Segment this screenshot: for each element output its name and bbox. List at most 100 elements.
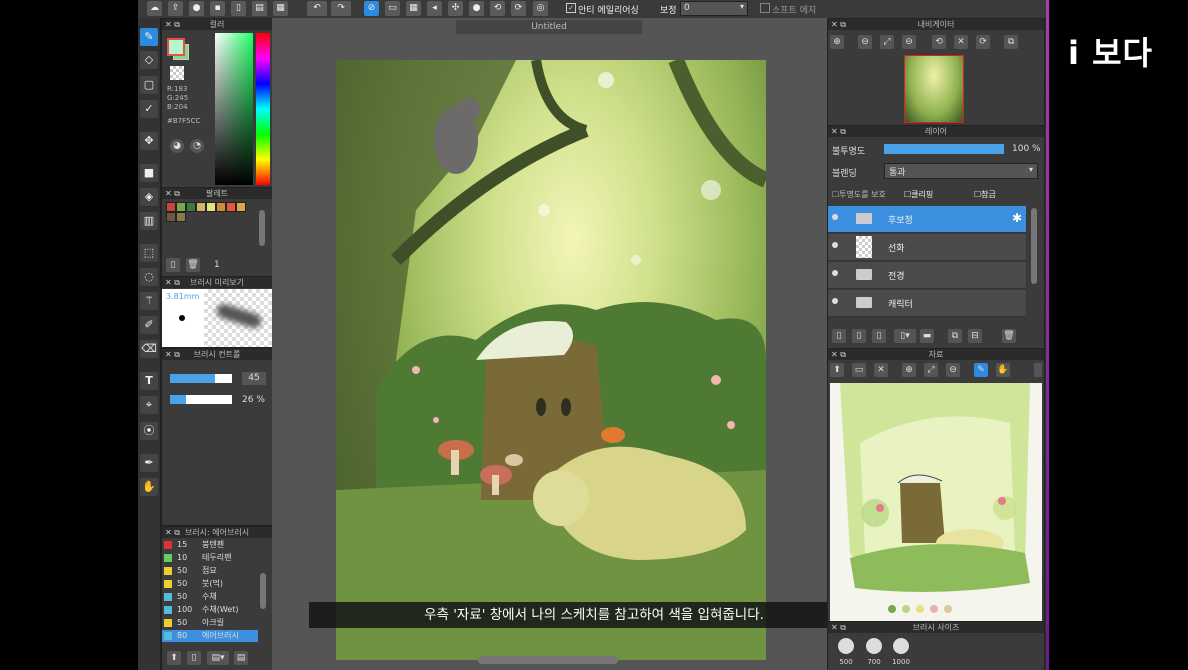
layer-opacity-slider[interactable]: [884, 144, 1004, 154]
size-preset-1000[interactable]: 1000: [888, 636, 914, 670]
ref-fit-icon[interactable]: ⤢: [924, 363, 938, 377]
palette-swatch[interactable]: [206, 202, 216, 212]
text-tool-icon[interactable]: T: [140, 372, 158, 390]
soft-edge-checkbox[interactable]: [760, 3, 770, 13]
size-preset-500[interactable]: 500: [834, 636, 858, 670]
ref-zoom-out-icon[interactable]: ⊖: [946, 363, 960, 377]
bucket-icon[interactable]: ◈: [140, 188, 158, 206]
marquee-icon[interactable]: ⬚: [140, 244, 158, 262]
palette-swatch[interactable]: [176, 202, 186, 212]
new-layer3-icon[interactable]: ▯: [872, 329, 886, 343]
new-folder-icon[interactable]: ▬: [920, 329, 934, 343]
brush-list-item[interactable]: 10 테두리펜: [162, 552, 258, 564]
rect-select-icon[interactable]: ▢: [140, 76, 158, 94]
canvas-artwork[interactable]: [336, 60, 766, 660]
brush-list-item[interactable]: 100 수채(Wet): [162, 604, 258, 616]
nav-zoom-out-icon[interactable]: ⊖: [902, 35, 916, 49]
canvas-area[interactable]: Untitled: [272, 18, 956, 670]
visibility-icon[interactable]: [832, 298, 838, 304]
flip-icon[interactable]: ◂: [427, 1, 442, 16]
brush-list-item[interactable]: 50 붓(먹): [162, 578, 258, 590]
brush-size-value[interactable]: 45: [242, 372, 266, 385]
visibility-icon[interactable]: [832, 214, 838, 220]
snap-icon[interactable]: ◎: [533, 1, 548, 16]
refresh-icon[interactable]: ⟳: [511, 1, 526, 16]
palette-swatch[interactable]: [236, 202, 246, 212]
duplicate-layer-icon[interactable]: ⧉: [948, 329, 962, 343]
gradient-icon[interactable]: ▥: [140, 212, 158, 230]
flip-h-icon[interactable]: ⧉: [1004, 35, 1018, 49]
select-pen-icon[interactable]: ✐: [140, 316, 158, 334]
cloud-icon[interactable]: ☁: [147, 1, 162, 16]
fg-color-swatch[interactable]: [167, 38, 185, 56]
palette-scrollbar[interactable]: [259, 210, 265, 246]
canvas-hscroll[interactable]: [478, 656, 618, 664]
brush-doc-icon[interactable]: ▤: [234, 651, 248, 665]
brush-settings-icon[interactable]: ▤▾: [207, 651, 229, 665]
rotate-right-icon[interactable]: ⟳: [976, 35, 990, 49]
fill-rect-icon[interactable]: ■: [140, 164, 158, 182]
reference-image[interactable]: [830, 383, 1042, 621]
visibility-icon[interactable]: [832, 242, 838, 248]
hue-slider[interactable]: [256, 33, 270, 185]
close-ref-icon[interactable]: ✕: [874, 363, 888, 377]
protect-alpha-checkbox[interactable]: ☐투명도를 보호: [832, 189, 886, 200]
deselect-icon[interactable]: ⊘: [364, 1, 379, 16]
document-tab[interactable]: Untitled: [456, 20, 642, 34]
palette-swatch[interactable]: [196, 202, 206, 212]
pen-icon[interactable]: ✒: [140, 454, 158, 472]
eyedropper-icon[interactable]: ⦿: [140, 422, 158, 440]
add-brush-icon[interactable]: ⬆: [167, 651, 181, 665]
nav-fit-icon[interactable]: ✕: [954, 35, 968, 49]
brush-tool-icon[interactable]: ✎: [140, 28, 158, 46]
size-preset-700[interactable]: 700: [862, 636, 886, 670]
layer-scrollbar[interactable]: [1031, 208, 1037, 284]
rotate-left-icon[interactable]: ⟲: [932, 35, 946, 49]
magic-wand-icon[interactable]: ⚚: [140, 292, 158, 310]
brush-list-item[interactable]: 80 에어브러시: [162, 630, 258, 642]
palette-swatch[interactable]: [166, 202, 176, 212]
layer-row[interactable]: 전경: [828, 262, 1026, 289]
palette-swatch[interactable]: [226, 202, 236, 212]
chat-icon[interactable]: ●: [189, 1, 204, 16]
ref-zoom-in-icon[interactable]: ⊕: [902, 363, 916, 377]
layer-row[interactable]: 캐릭터: [828, 290, 1026, 317]
reference-checkbox[interactable]: ☐참금: [974, 189, 996, 200]
upload-icon[interactable]: ⇪: [168, 1, 183, 16]
saturation-value-field[interactable]: [215, 33, 253, 185]
brush-list-item[interactable]: 50 아크릴: [162, 617, 258, 629]
export-icon[interactable]: ▦: [273, 1, 288, 16]
reference-scrollbar[interactable]: [1034, 363, 1042, 377]
open-folder-icon[interactable]: ▭: [852, 363, 866, 377]
move-icon[interactable]: ✥: [140, 132, 158, 150]
ref-hand-icon[interactable]: ✋: [996, 363, 1010, 377]
brush-list-item[interactable]: 50 점묘: [162, 565, 258, 577]
new-layer-icon[interactable]: ▯: [832, 329, 846, 343]
fit-icon[interactable]: ⤢: [880, 35, 894, 49]
merge-layer-icon[interactable]: ⊟: [968, 329, 982, 343]
save-icon[interactable]: ▤: [252, 1, 267, 16]
brush-size-slider[interactable]: [170, 374, 232, 383]
palette-wheel-icon[interactable]: ◕: [170, 139, 184, 153]
ref-eyedropper-icon[interactable]: ✎: [974, 363, 988, 377]
select-eraser-icon[interactable]: ⌫: [140, 340, 158, 358]
color-picker-icon[interactable]: ◔: [190, 139, 204, 153]
gear-icon[interactable]: ✱: [1012, 211, 1022, 225]
clipping-checkbox[interactable]: ☐클리핑: [904, 189, 933, 200]
redo-icon[interactable]: ↷: [331, 1, 351, 16]
zoom-out-icon[interactable]: ⊖: [858, 35, 872, 49]
palette-swatch[interactable]: [176, 212, 186, 222]
delete-layer-icon[interactable]: 🗑: [1002, 329, 1016, 343]
antialias-checkbox[interactable]: ✓: [566, 3, 576, 13]
delete-palette-icon[interactable]: 🗑: [186, 258, 200, 272]
upload-ref-icon[interactable]: ⬆: [830, 363, 844, 377]
circle-icon[interactable]: ●: [469, 1, 484, 16]
cut-icon[interactable]: ⌖: [140, 396, 158, 414]
layer-row[interactable]: 선화: [828, 234, 1026, 261]
palette-swatch[interactable]: [216, 202, 226, 212]
navigator-thumbnail[interactable]: [904, 55, 964, 123]
blend-select[interactable]: 통과 ▾: [884, 163, 1038, 179]
brush-list-item[interactable]: 15 붕텐펜: [162, 539, 258, 551]
check-icon[interactable]: ✓: [140, 100, 158, 118]
transparent-swatch[interactable]: [170, 66, 184, 80]
